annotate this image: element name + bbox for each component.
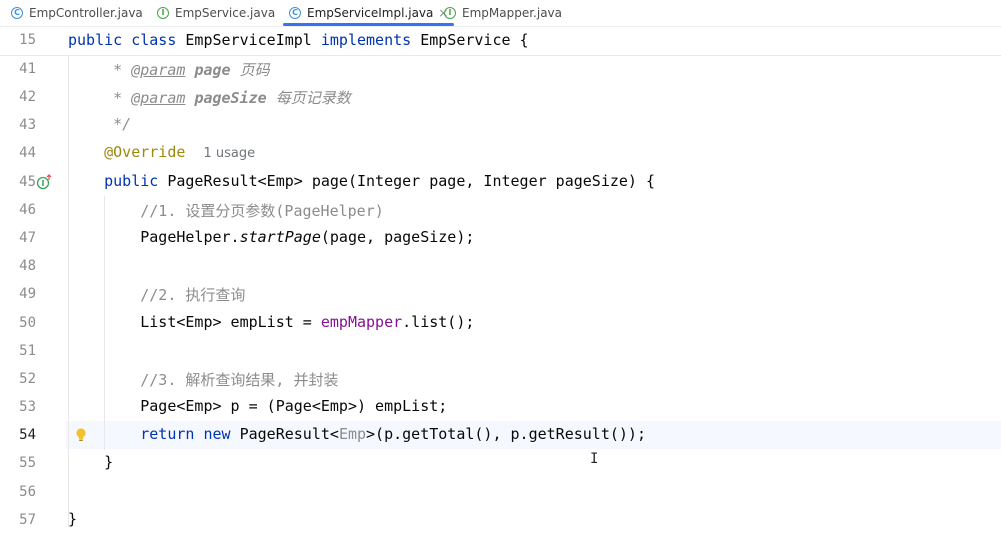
line-number: 50 (19, 315, 36, 331)
tab-label: EmpMapper.java (462, 6, 563, 20)
usage-hint[interactable]: 1 usage (203, 146, 255, 161)
line-number: 41 (19, 61, 36, 77)
tab-empserviceimpl[interactable]: C EmpServiceImpl.java × (282, 0, 455, 26)
line-number: 47 (19, 230, 36, 246)
code-line-50[interactable]: List<Emp> empList = empMapper.list(); (68, 313, 474, 331)
code-line-49[interactable]: //2. 执行查询 (68, 284, 245, 305)
interface-icon: I (444, 7, 456, 19)
editor-tab-bar: C EmpController.java I EmpService.java C… (0, 0, 1001, 27)
code-line-46[interactable]: //1. 设置分页参数(PageHelper) (68, 200, 384, 221)
code-line-43[interactable]: */ (68, 115, 131, 133)
code-line-53[interactable]: Page<Emp> p = (Page<Emp>) empList; (68, 397, 447, 415)
tab-label: EmpController.java (29, 6, 143, 20)
interface-icon: I (157, 7, 169, 19)
tab-label: EmpService.java (175, 6, 276, 20)
code-line-15[interactable]: public class EmpServiceImpl implements E… (68, 31, 529, 49)
line-number: 42 (19, 89, 36, 105)
line-number: 43 (19, 117, 36, 133)
tab-empservice[interactable]: I EmpService.java (157, 0, 275, 26)
line-number: 55 (19, 455, 36, 471)
code-line-47[interactable]: PageHelper.startPage(page, pageSize); (68, 228, 474, 246)
line-number: 45 (19, 174, 36, 190)
line-number: 49 (19, 286, 36, 302)
mouse-text-cursor: I (590, 451, 599, 467)
tab-label: EmpServiceImpl.java (307, 6, 434, 20)
lightbulb-icon[interactable] (74, 427, 88, 443)
class-icon: C (289, 7, 301, 19)
line-number: 46 (19, 202, 36, 218)
line-number: 15 (19, 32, 36, 48)
code-line-45[interactable]: public PageResult<Emp> page(Integer page… (68, 172, 655, 190)
line-number: 56 (19, 484, 36, 500)
code-line-52[interactable]: //3. 解析查询结果, 并封装 (68, 369, 338, 390)
sticky-header-line: 15 public class EmpServiceImpl implement… (0, 27, 1001, 56)
line-number: 54 (19, 427, 36, 443)
code-line-44[interactable]: @Override 1 usage (68, 143, 255, 161)
line-number: 44 (19, 145, 36, 161)
code-line-57[interactable]: } (68, 510, 77, 528)
tab-empmapper[interactable]: I EmpMapper.java (444, 0, 562, 26)
class-icon: C (11, 7, 23, 19)
line-number: 57 (19, 512, 36, 528)
code-line-42[interactable]: * @param pageSize 每页记录数 (68, 87, 351, 108)
tab-empcontroller[interactable]: C EmpController.java (11, 0, 143, 26)
line-number: 48 (19, 258, 36, 274)
code-line-41[interactable]: * @param page 页码 (68, 59, 269, 80)
code-line-54[interactable]: return new PageResult<Emp>(p.getTotal(),… (68, 425, 646, 443)
line-number: 53 (19, 399, 36, 415)
implements-method-icon[interactable]: I (36, 174, 52, 190)
line-number: 51 (19, 343, 36, 359)
svg-text:I: I (42, 179, 45, 188)
line-number: 52 (19, 371, 36, 387)
code-line-55[interactable]: } (68, 453, 113, 471)
